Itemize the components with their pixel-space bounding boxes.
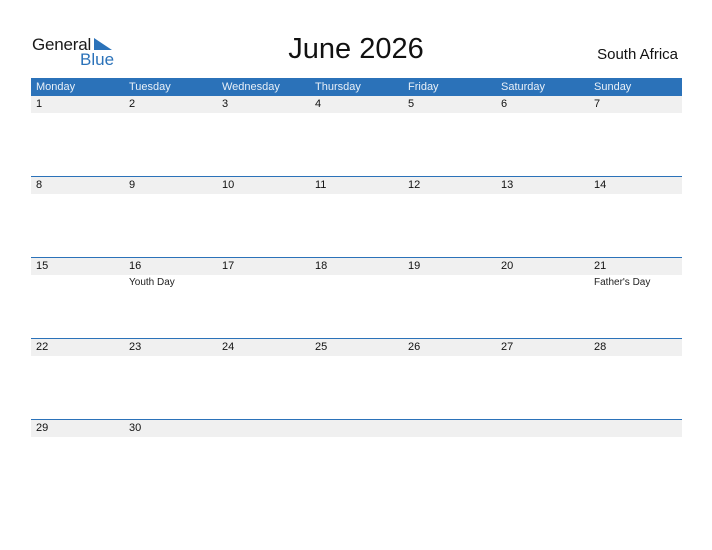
- day-number: 17: [222, 260, 235, 272]
- day-number: 24: [222, 341, 235, 353]
- weekday-thursday: Thursday: [315, 81, 361, 93]
- weekday-tuesday: Tuesday: [129, 81, 171, 93]
- day-cell: 30: [124, 420, 217, 501]
- day-number: 15: [36, 260, 49, 272]
- week-row: 15 16 Youth Day 17 18 19 20 21 Father's Day: [31, 257, 682, 339]
- day-cell: 18: [310, 258, 403, 339]
- day-cell: [403, 420, 496, 501]
- day-number: 28: [594, 341, 607, 353]
- day-cell: 12: [403, 177, 496, 258]
- day-cell: [217, 420, 310, 501]
- day-number: 1: [36, 98, 43, 110]
- weekday-wednesday: Wednesday: [222, 81, 280, 93]
- day-cell: 28: [589, 339, 682, 420]
- day-number: 7: [594, 98, 601, 110]
- day-number: 2: [129, 98, 136, 110]
- day-cell: 23: [124, 339, 217, 420]
- day-number: 14: [594, 179, 607, 191]
- day-cell: 14: [589, 177, 682, 258]
- day-cell: 15: [31, 258, 124, 339]
- day-cell: 3: [217, 96, 310, 177]
- day-number: 27: [501, 341, 514, 353]
- day-number: 29: [36, 422, 49, 434]
- day-cell: 16 Youth Day: [124, 258, 217, 339]
- day-cell: [496, 420, 589, 501]
- day-number: 18: [315, 260, 328, 272]
- day-number: 16: [129, 260, 142, 272]
- day-cell: [589, 420, 682, 501]
- day-cell: 29: [31, 420, 124, 501]
- day-cell: 7: [589, 96, 682, 177]
- day-number: 22: [36, 341, 49, 353]
- weekday-friday: Friday: [408, 81, 439, 93]
- day-cell: 9: [124, 177, 217, 258]
- day-cell: [310, 420, 403, 501]
- day-number: 21: [594, 260, 607, 272]
- day-number: 3: [222, 98, 229, 110]
- day-number: 6: [501, 98, 508, 110]
- day-cell: 22: [31, 339, 124, 420]
- day-number: 20: [501, 260, 514, 272]
- day-cell: 6: [496, 96, 589, 177]
- day-cell: 19: [403, 258, 496, 339]
- day-cell: 25: [310, 339, 403, 420]
- day-cell: 1: [31, 96, 124, 177]
- day-number: 25: [315, 341, 328, 353]
- day-cell: 5: [403, 96, 496, 177]
- day-number: 19: [408, 260, 421, 272]
- day-number: 26: [408, 341, 421, 353]
- day-cell: 21 Father's Day: [589, 258, 682, 339]
- day-cell: 20: [496, 258, 589, 339]
- day-cell: 26: [403, 339, 496, 420]
- day-cell: 13: [496, 177, 589, 258]
- day-cell: 17: [217, 258, 310, 339]
- day-number: 12: [408, 179, 421, 191]
- day-cell: 27: [496, 339, 589, 420]
- day-number: 9: [129, 179, 136, 191]
- week-row: 8 9 10 11 12 13 14: [31, 176, 682, 258]
- weekday-monday: Monday: [36, 81, 76, 93]
- holiday-label: Father's Day: [594, 277, 651, 288]
- week-row: 22 23 24 25 26 27 28: [31, 338, 682, 420]
- day-number: 11: [315, 179, 327, 191]
- day-number: 4: [315, 98, 322, 110]
- day-number: 30: [129, 422, 142, 434]
- day-number: 8: [36, 179, 43, 191]
- day-cell: 4: [310, 96, 403, 177]
- weekday-sunday: Sunday: [594, 81, 632, 93]
- country-label: South Africa: [597, 46, 678, 63]
- weekday-saturday: Saturday: [501, 81, 546, 93]
- day-cell: 2: [124, 96, 217, 177]
- day-cell: 8: [31, 177, 124, 258]
- day-number: 10: [222, 179, 235, 191]
- weekday-header: Monday Tuesday Wednesday Thursday Friday…: [31, 78, 682, 96]
- day-number: 5: [408, 98, 415, 110]
- day-number: 23: [129, 341, 142, 353]
- day-number: 13: [501, 179, 514, 191]
- week-row: 29 30: [31, 419, 682, 501]
- day-cell: 10: [217, 177, 310, 258]
- holiday-label: Youth Day: [129, 277, 175, 288]
- week-row: 1 2 3 4 5 6 7: [31, 96, 682, 177]
- day-cell: 11: [310, 177, 403, 258]
- day-cell: 24: [217, 339, 310, 420]
